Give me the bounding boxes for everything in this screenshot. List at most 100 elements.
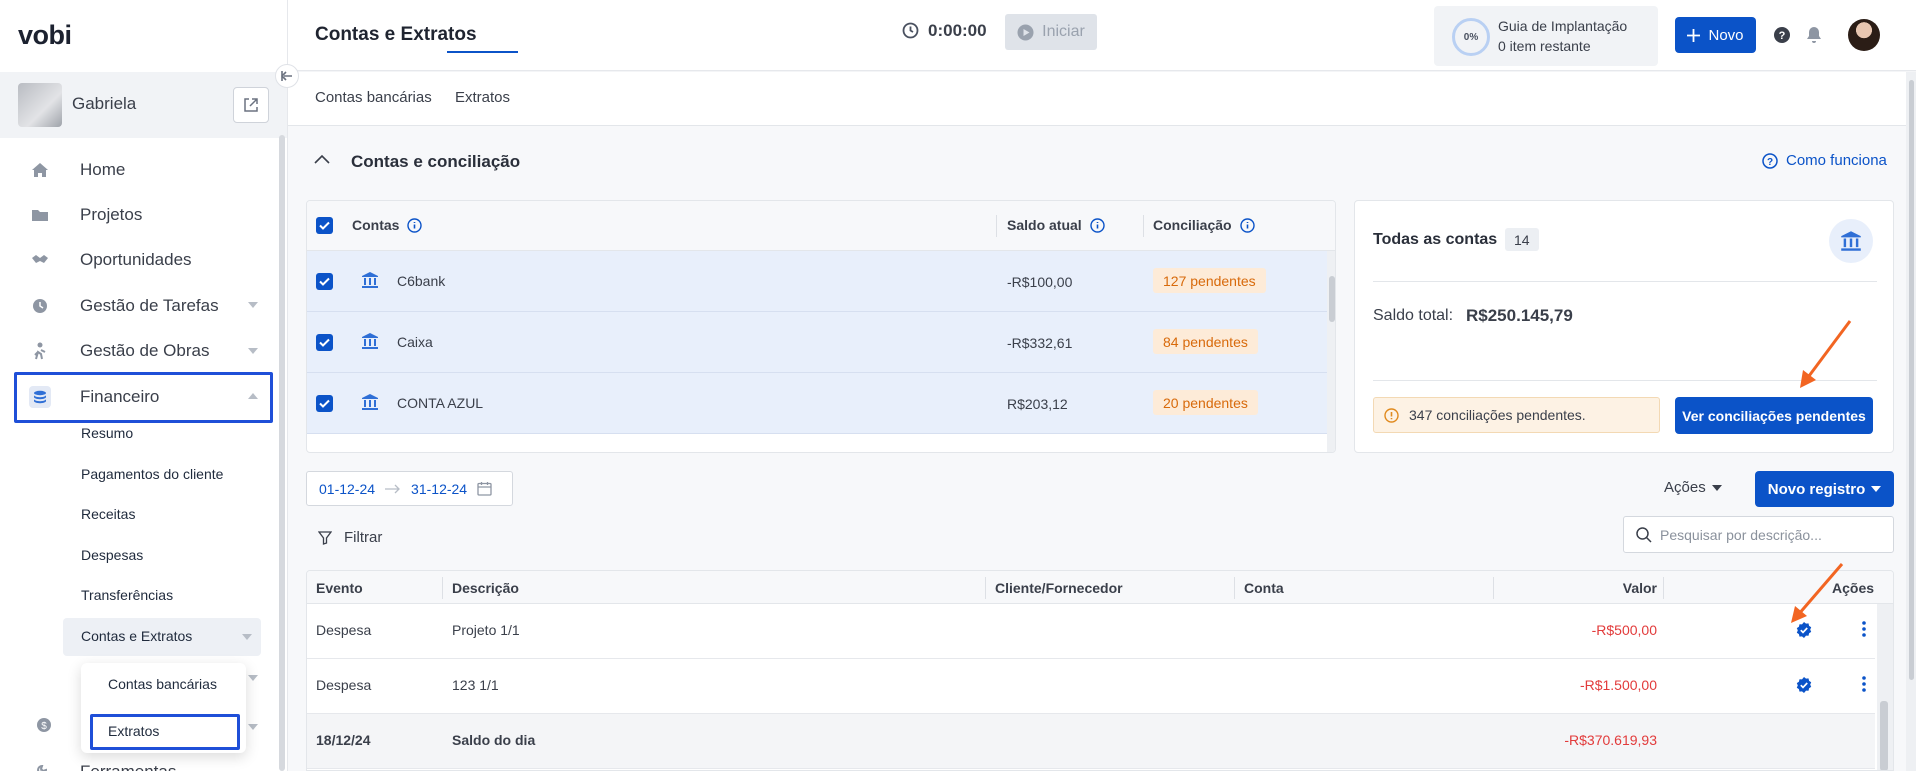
sidebar-item-oportunidades[interactable]: Oportunidades bbox=[28, 245, 192, 275]
external-link-icon bbox=[244, 98, 258, 112]
sidebar-subitem-receitas[interactable]: Receitas bbox=[81, 506, 135, 522]
info-icon[interactable] bbox=[1089, 217, 1105, 233]
more-vertical-icon[interactable] bbox=[1862, 620, 1866, 638]
collapse-section-icon[interactable] bbox=[314, 154, 330, 164]
plus-icon bbox=[1687, 28, 1701, 42]
pending-badge[interactable]: 84 pendentes bbox=[1153, 329, 1258, 354]
chevron-down-icon[interactable] bbox=[248, 348, 258, 354]
sidebar-item-gestao-tarefas[interactable]: Gestão de Tarefas bbox=[28, 291, 219, 321]
guide-title: Guia de Implantação bbox=[1498, 18, 1628, 34]
sidebar-item-home[interactable]: Home bbox=[28, 155, 125, 185]
play-icon bbox=[1017, 24, 1034, 40]
app-logo[interactable]: vobi bbox=[18, 20, 72, 51]
sidebar-item-ferramentas[interactable]: Ferramentas bbox=[28, 757, 176, 771]
transactions-scrollbar-thumb[interactable] bbox=[1880, 701, 1888, 770]
transactions-table-header: Evento Descrição Cliente/Fornecedor Cont… bbox=[307, 571, 1893, 604]
svg-text:?: ? bbox=[1767, 157, 1773, 168]
bank-icon-badge bbox=[1829, 219, 1873, 263]
arrow-left-icon bbox=[281, 71, 292, 81]
sidebar-subitem-transferencias[interactable]: Transferências bbox=[81, 587, 173, 603]
onboarding-guide[interactable]: 0% Guia de Implantação 0 item restante bbox=[1434, 6, 1658, 66]
date-range-picker[interactable]: 01-12-24 31-12-24 bbox=[306, 471, 513, 506]
sidebar-scrollbar[interactable] bbox=[279, 135, 285, 771]
sidebar-item-gestao-obras[interactable]: Gestão de Obras bbox=[28, 336, 209, 366]
select-all-checkbox[interactable] bbox=[316, 217, 333, 234]
new-record-label: Novo registro bbox=[1767, 480, 1866, 498]
chevron-down-icon[interactable] bbox=[248, 302, 258, 308]
how-it-works-link[interactable]: ? Como funciona bbox=[1762, 152, 1887, 169]
column-header-saldo: Saldo atual bbox=[1007, 217, 1105, 233]
reconciled-check-icon[interactable] bbox=[1796, 677, 1812, 693]
search-input[interactable] bbox=[1660, 526, 1880, 543]
page-scrollbar-thumb[interactable] bbox=[1909, 80, 1914, 680]
tools-icon bbox=[28, 764, 52, 771]
help-icon[interactable]: ? bbox=[1774, 27, 1790, 43]
column-divider bbox=[1143, 215, 1144, 237]
account-row[interactable]: CONTA AZUL R$203,12 20 pendentes bbox=[307, 373, 1329, 434]
new-button-label: Novo bbox=[1708, 26, 1744, 44]
open-external-button[interactable] bbox=[233, 87, 269, 123]
day-balance-label: Saldo do dia bbox=[452, 732, 536, 748]
sidebar-item-label: Gestão de Obras bbox=[80, 341, 210, 360]
sidebar-item-projetos[interactable]: Projetos bbox=[28, 200, 142, 230]
top-bar: Contas e Extratos 0:00:00 Iniciar 0% Gui… bbox=[288, 0, 1916, 71]
column-divider bbox=[442, 577, 443, 599]
account-row[interactable]: Caixa -R$332,61 84 pendentes bbox=[307, 312, 1329, 373]
date-from: 01-12-24 bbox=[319, 480, 376, 497]
bank-icon bbox=[362, 272, 378, 288]
accounts-scrollbar-thumb[interactable] bbox=[1329, 276, 1335, 322]
actions-dropdown[interactable]: Ações bbox=[1664, 479, 1722, 496]
column-header-evento[interactable]: Evento bbox=[316, 580, 363, 596]
tab-contas-bancarias[interactable]: Contas bancárias bbox=[315, 89, 432, 106]
worker-icon bbox=[28, 342, 52, 360]
accounts-count-badge: 14 bbox=[1505, 228, 1539, 251]
caret-down-icon bbox=[1871, 486, 1882, 492]
clock-icon bbox=[28, 298, 52, 314]
account-row[interactable]: C6bank -R$100,00 127 pendentes bbox=[307, 251, 1329, 312]
tab-extratos[interactable]: Extratos bbox=[455, 89, 510, 106]
collapse-sidebar-button[interactable] bbox=[275, 64, 299, 88]
sidebar-subitem-resumo[interactable]: Resumo bbox=[81, 425, 133, 441]
column-header-cliente[interactable]: Cliente/Fornecedor bbox=[995, 580, 1123, 596]
more-vertical-icon[interactable] bbox=[1862, 675, 1866, 693]
sidebar-subitem-contas-extratos[interactable]: Contas e Extratos bbox=[63, 618, 261, 656]
pending-badge[interactable]: 20 pendentes bbox=[1153, 390, 1258, 415]
column-header-label: Contas bbox=[352, 217, 400, 233]
sidebar-subitem-despesas[interactable]: Despesas bbox=[81, 547, 143, 563]
account-balance: -R$332,61 bbox=[1007, 335, 1073, 351]
account-name: CONTA AZUL bbox=[397, 395, 484, 411]
user-avatar[interactable] bbox=[1848, 19, 1880, 51]
company-thumbnail bbox=[18, 83, 62, 127]
row-checkbox[interactable] bbox=[316, 334, 333, 351]
transaction-description: Projeto 1/1 bbox=[452, 622, 520, 638]
column-header-conta[interactable]: Conta bbox=[1244, 580, 1284, 596]
info-icon[interactable] bbox=[407, 217, 423, 233]
search-box[interactable] bbox=[1623, 516, 1894, 553]
transaction-row[interactable]: Despesa 123 1/1 -R$1.500,00 bbox=[307, 659, 1875, 714]
row-checkbox[interactable] bbox=[316, 395, 333, 412]
column-divider bbox=[996, 215, 997, 237]
actions-dropdown-label: Ações bbox=[1664, 479, 1706, 496]
chevron-down-icon[interactable] bbox=[248, 724, 258, 730]
sidebar-subitem-pagamentos[interactable]: Pagamentos do cliente bbox=[81, 466, 223, 482]
column-header-descricao[interactable]: Descrição bbox=[452, 580, 519, 596]
bell-icon[interactable] bbox=[1806, 26, 1822, 44]
pending-badge[interactable]: 127 pendentes bbox=[1153, 268, 1266, 293]
view-pending-button[interactable]: Ver conciliações pendentes bbox=[1675, 397, 1873, 434]
info-icon[interactable] bbox=[1239, 217, 1255, 233]
start-timer-button[interactable]: Iniciar bbox=[1005, 14, 1097, 50]
chevron-down-icon[interactable] bbox=[248, 675, 258, 681]
new-record-button[interactable]: Novo registro bbox=[1755, 471, 1894, 507]
column-header-valor[interactable]: Valor bbox=[1567, 580, 1657, 596]
transaction-row[interactable]: Despesa Projeto 1/1 -R$500,00 bbox=[307, 604, 1875, 659]
popover-item-contas-bancarias[interactable]: Contas bancárias bbox=[108, 676, 217, 692]
filter-button[interactable]: Filtrar bbox=[318, 529, 382, 546]
new-button[interactable]: Novo bbox=[1675, 17, 1756, 53]
transaction-value: -R$500,00 bbox=[1591, 622, 1657, 638]
row-checkbox[interactable] bbox=[316, 273, 333, 290]
page-title: Contas e Extratos bbox=[315, 24, 477, 45]
caret-down-icon bbox=[1711, 484, 1722, 491]
annotation-highlight-box bbox=[14, 372, 273, 423]
bank-icon bbox=[362, 333, 378, 349]
company-selector[interactable]: Gabriela bbox=[0, 72, 287, 138]
